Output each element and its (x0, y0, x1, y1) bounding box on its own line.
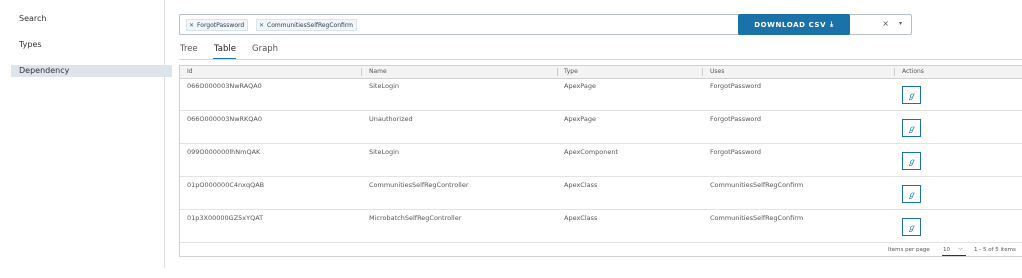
cell-name: CommunitiesSelfRegController (369, 181, 469, 189)
cell-type: ApexComponent (564, 148, 619, 156)
action-button[interactable]: ℊ (902, 119, 921, 137)
cell-name: MicrobatchSelfRegController (369, 214, 462, 222)
column-header-uses[interactable]: Uses (710, 66, 724, 78)
cell-name: SiteLogin (369, 82, 400, 90)
chevron-down-icon[interactable]: ▾ (899, 20, 902, 27)
cell-id: 066O000003NwRAQA0 (187, 82, 262, 90)
download-csv-label: DOWNLOAD CSV (754, 20, 827, 29)
items-per-page-label: Items per page (888, 247, 930, 253)
cell-id: 01pO000000C4nxqQAB (187, 181, 265, 189)
main-panel: ✕ ForgotPassword ✕ CommunitiesSelfRegConfi… (165, 0, 1022, 278)
action-icon: ℊ (907, 123, 916, 133)
column-divider[interactable] (557, 68, 558, 76)
chip-remove-icon[interactable]: ✕ (189, 22, 194, 29)
action-button[interactable]: ℊ (902, 185, 921, 203)
cell-uses: ForgotPassword (710, 148, 762, 156)
download-csv-button[interactable]: DOWNLOAD CSV ⤓ (738, 14, 850, 35)
page-size-value: 10 (943, 247, 950, 253)
download-icon: ⤓ (830, 20, 834, 28)
sidebar-item-types[interactable]: Types (11, 39, 172, 51)
column-divider[interactable] (894, 68, 895, 76)
clear-icon[interactable]: × (882, 19, 889, 28)
column-header-actions: Actions (902, 68, 924, 75)
cell-id: 099O000000lhNmQAK (187, 148, 261, 156)
tabs-divider (179, 59, 1022, 60)
cell-id: 01p3X00000GZ5xYQAT (187, 214, 264, 222)
table-row[interactable]: 066O000003NwRKQA0 Unauthorized ApexPage … (180, 111, 1022, 144)
sidebar-item-dependency[interactable]: Dependency (11, 65, 172, 77)
cell-type: ApexClass (564, 181, 598, 189)
filter-chip: ✕ CommunitiesSelfRegConfirm (256, 19, 358, 31)
sidebar: Search Types Dependency (0, 0, 172, 268)
cell-uses: ForgotPassword (710, 82, 762, 90)
table-row[interactable]: 01pO000000C4nxqQAB CommunitiesSelfRegCon… (180, 177, 1022, 210)
tab-graph[interactable]: Graph (252, 44, 278, 54)
cell-type: ApexPage (564, 115, 597, 123)
chip-label: ForgotPassword (197, 22, 245, 29)
action-icon: ℊ (907, 189, 916, 199)
chevron-down-icon: ﹀ (958, 248, 964, 254)
sidebar-item-search[interactable]: Search (11, 13, 172, 25)
action-button[interactable]: ℊ (902, 86, 921, 104)
chip-remove-icon[interactable]: ✕ (259, 22, 264, 29)
column-divider[interactable] (702, 68, 703, 76)
tab-tree[interactable]: Tree (180, 44, 198, 54)
cell-id: 066O000003NwRKQA0 (187, 115, 262, 123)
table-row[interactable]: 066O000003NwRAQA0 SiteLogin ApexPage For… (180, 78, 1022, 111)
page-size-select[interactable]: 10 ﹀ (942, 245, 966, 256)
action-button[interactable]: ℊ (902, 152, 921, 170)
action-button[interactable]: ℊ (902, 218, 921, 236)
cell-uses: CommunitiesSelfRegConfirm (710, 181, 804, 189)
cell-name: Unauthorized (369, 115, 413, 123)
pagination-range: 1 - 5 of 5 items (974, 247, 1016, 253)
tab-table[interactable]: Table (214, 44, 236, 54)
cell-type: ApexPage (564, 82, 597, 90)
column-header-id[interactable]: Id (187, 66, 193, 78)
action-icon: ℊ (907, 222, 916, 232)
column-divider[interactable] (361, 68, 362, 76)
chip-label: CommunitiesSelfRegConfirm (267, 22, 354, 29)
dependency-table: Id Name Type Uses Actions 066O000003NwRA… (179, 65, 1022, 257)
filter-chip: ✕ ForgotPassword (186, 19, 249, 31)
cell-uses: CommunitiesSelfRegConfirm (710, 214, 804, 222)
cell-type: ApexClass (564, 214, 598, 222)
column-header-name[interactable]: Name (369, 66, 387, 78)
cell-name: SiteLogin (369, 148, 400, 156)
action-icon: ℊ (907, 156, 916, 166)
action-icon: ℊ (907, 90, 916, 100)
cell-uses: ForgotPassword (710, 115, 762, 123)
table-row[interactable]: 01p3X00000GZ5xYQAT MicrobatchSelfRegCont… (180, 210, 1022, 243)
table-row[interactable]: 099O000000lhNmQAK SiteLogin ApexComponen… (180, 144, 1022, 177)
table-footer: Items per page 10 ﹀ 1 - 5 of 5 items (180, 242, 1022, 258)
column-header-type[interactable]: Type (564, 66, 578, 78)
